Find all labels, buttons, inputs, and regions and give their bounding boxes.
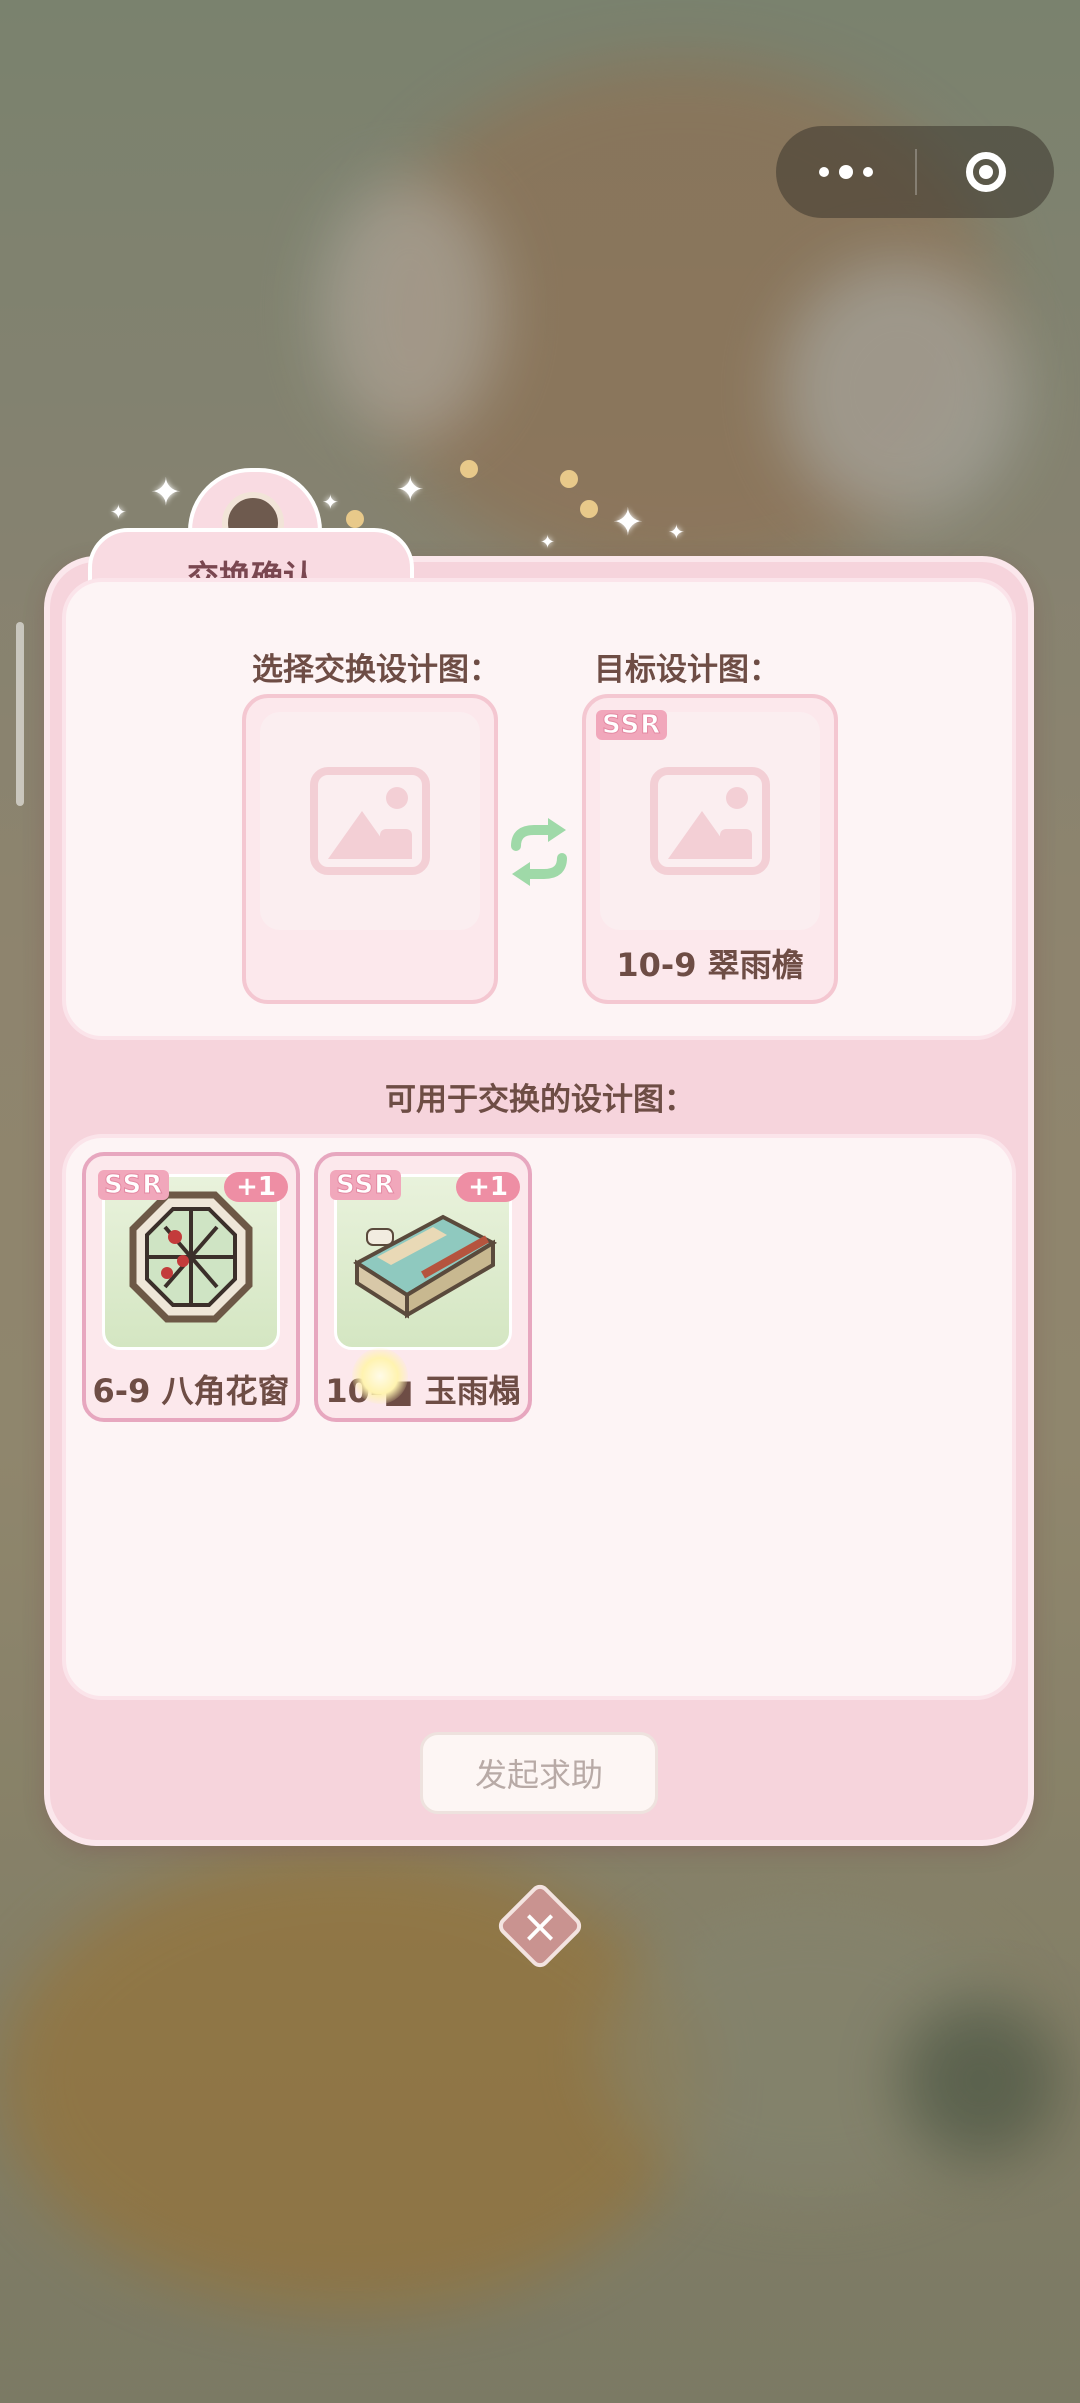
count-badge: +1 xyxy=(456,1172,520,1202)
help-button-label: 发起求助 xyxy=(474,1756,603,1794)
item-name: 6-9 八角花窗 xyxy=(92,1372,290,1410)
close-icon[interactable]: × xyxy=(508,1894,572,1958)
item-name: 10-■ 玉雨榻 xyxy=(325,1372,521,1410)
image-placeholder-icon xyxy=(650,767,770,875)
more-dots-icon[interactable] xyxy=(776,126,915,218)
selection-panel xyxy=(62,578,1016,1040)
capsule-menu xyxy=(776,126,1054,218)
swap-arrows-icon xyxy=(511,818,567,886)
rarity-badge: SSR xyxy=(596,710,668,741)
target-label: 目标设计图： xyxy=(594,652,780,688)
select-label: 选择交换设计图： xyxy=(252,652,500,688)
target-card-name: 10-9 翠雨檐 xyxy=(616,946,804,984)
target-circle-icon[interactable] xyxy=(917,126,1054,218)
edge-handle xyxy=(16,622,24,806)
help-button[interactable]: 发起求助 xyxy=(420,1732,658,1814)
count-badge: +1 xyxy=(224,1172,288,1202)
tap-glow xyxy=(352,1348,408,1404)
rarity-badge: SSR xyxy=(98,1170,170,1201)
rarity-badge: SSR xyxy=(330,1170,402,1201)
image-placeholder-icon xyxy=(310,767,430,875)
list-item[interactable]: SSR +1 6-9 八角花窗 xyxy=(82,1152,300,1422)
list-item[interactable]: SSR +1 10-■ 玉雨榻 xyxy=(314,1152,532,1422)
select-slot[interactable] xyxy=(242,694,498,1004)
target-card[interactable]: SSR 10-9 翠雨檐 xyxy=(582,694,838,1004)
available-label: 可用于交换的设计图： xyxy=(385,1082,695,1118)
